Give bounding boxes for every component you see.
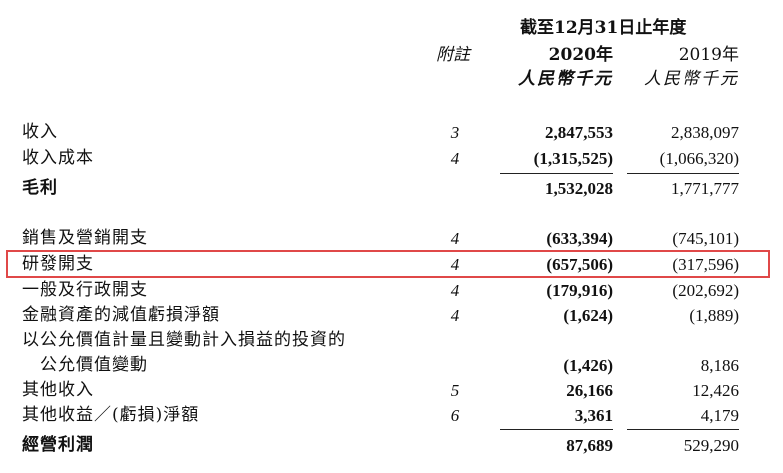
row-2020-operating-profit: 87,689	[566, 436, 613, 455]
row-2019-admin-expenses: (202,692)	[672, 281, 739, 300]
row-2020-admin-expenses: (179,916)	[546, 281, 613, 300]
year-2019-header: 2019年	[678, 45, 739, 65]
row-2019-revenue: 2,838,097	[671, 123, 739, 142]
row-2019-other-income: 12,426	[692, 381, 739, 400]
row-note-other-income: 5	[450, 381, 460, 400]
row-2020-revenue: 2,847,553	[545, 123, 613, 142]
row-label-other-income: 其他收入	[22, 380, 94, 400]
row-label-impairment-losses: 金融資產的減值虧損淨額	[22, 305, 220, 325]
rule-above-gross-profit-2019	[627, 173, 739, 174]
row-note-impairment-losses: 4	[450, 306, 460, 325]
row-note-admin-expenses: 4	[450, 281, 460, 300]
row-label-selling-expenses: 銷售及營銷開支	[22, 228, 148, 248]
financial-statement: 截至12月31日止年度 附註 2020年 2019年 人民幣千元 人民幣千元 收…	[0, 0, 783, 473]
row-note-selling-expenses: 4	[450, 229, 460, 248]
highlight-box	[6, 250, 770, 278]
row-2019-selling-expenses: (745,101)	[672, 229, 739, 248]
row-label-operating-profit: 經營利潤	[22, 435, 94, 455]
row-label-admin-expenses: 一般及行政開支	[22, 280, 148, 300]
note-column-header: 附註	[436, 45, 470, 65]
row-label-revenue: 收入	[22, 122, 58, 142]
row-note-rnd-expenses: 4	[450, 255, 460, 274]
row-note-revenue: 3	[450, 123, 460, 142]
row-2020-gross-profit: 1,532,028	[545, 179, 613, 198]
row-note-cost-of-revenue: 4	[450, 149, 460, 168]
unit-2020-header: 人民幣千元	[518, 69, 613, 89]
row-label-fvtpl-change: 公允價值變動	[40, 355, 148, 375]
row-label-gross-profit: 毛利	[22, 178, 58, 198]
row-label-cost-of-revenue: 收入成本	[22, 148, 94, 168]
row-2019-operating-profit: 529,290	[683, 436, 739, 455]
row-2019-impairment-losses: (1,889)	[689, 306, 739, 325]
row-2020-other-income: 26,166	[566, 381, 613, 400]
row-2020-fvtpl-change: (1,426)	[563, 356, 613, 375]
row-2019-fvtpl-change: 8,186	[700, 356, 739, 375]
rule-above-gross-profit-2020	[500, 173, 613, 174]
period-title: 截至12月31日止年度	[520, 18, 687, 38]
row-label-rnd-expenses: 研發開支	[22, 254, 94, 274]
row-2019-gross-profit: 1,771,777	[671, 179, 739, 198]
year-2020-header: 2020年	[548, 45, 613, 65]
unit-2019-header: 人民幣千元	[644, 69, 739, 89]
row-2020-selling-expenses: (633,394)	[546, 229, 613, 248]
rule-above-operating-profit-2019	[627, 429, 739, 430]
row-2019-other-gains: 4,179	[700, 406, 739, 425]
row-2020-rnd-expenses: (657,506)	[546, 255, 613, 274]
row-2019-rnd-expenses: (317,596)	[672, 255, 739, 274]
row-2020-impairment-losses: (1,624)	[563, 306, 613, 325]
row-label-other-gains: 其他收益／(虧損)淨額	[22, 405, 200, 425]
row-2019-cost-of-revenue: (1,066,320)	[659, 149, 739, 168]
rule-above-operating-profit-2020	[500, 429, 613, 430]
row-note-other-gains: 6	[450, 406, 460, 425]
row-2020-other-gains: 3,361	[574, 406, 613, 425]
row-label-fvtpl-line1: 以公允價值計量且變動計入損益的投資的	[22, 330, 346, 350]
row-2020-cost-of-revenue: (1,315,525)	[533, 149, 613, 168]
